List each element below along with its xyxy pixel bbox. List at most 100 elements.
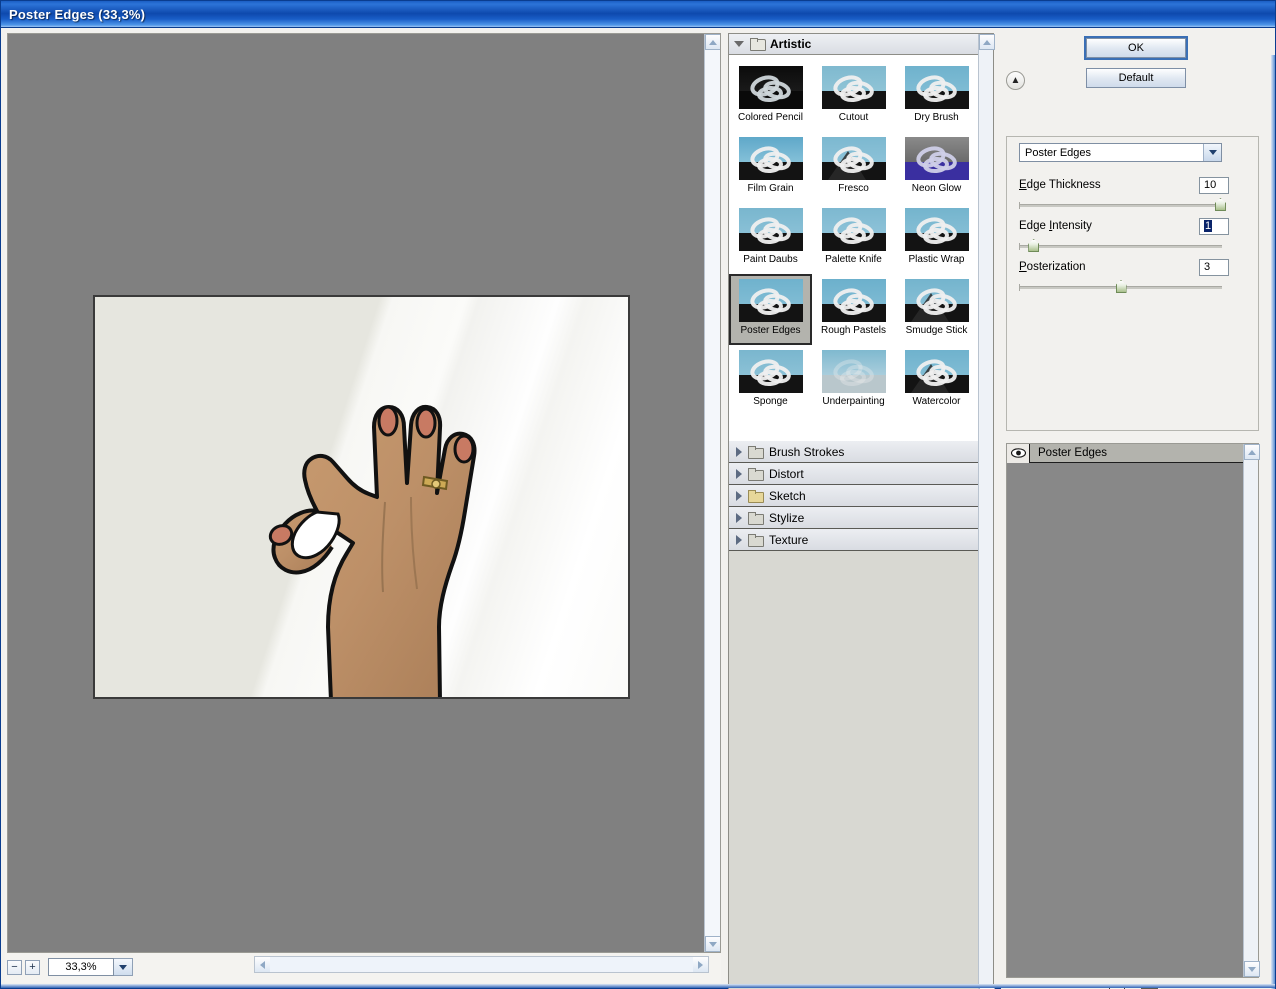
parameter-label-suffix: osterization xyxy=(1026,261,1086,273)
filter-thumb-underpainting[interactable]: Underpainting xyxy=(812,345,895,416)
zoom-in-button[interactable]: + xyxy=(25,959,40,975)
layer-scroll-down-button[interactable] xyxy=(1244,961,1260,977)
parameter-label-accesskey: P xyxy=(1019,261,1027,273)
filter-category-brush-strokes[interactable]: Brush Strokes xyxy=(729,441,978,463)
layer-scroll-up-button[interactable] xyxy=(1244,444,1260,460)
filter-category-texture[interactable]: Texture xyxy=(729,529,978,551)
zoom-toolbar: − + 33,3% xyxy=(7,955,721,979)
filter-thumb-image xyxy=(821,279,886,322)
filter-thumb-dry-brush[interactable]: Dry Brush xyxy=(895,61,978,132)
preview-scroll-left-button[interactable] xyxy=(255,957,270,972)
filter-thumb-label: Paint Daubs xyxy=(743,254,798,265)
parameter-slider-thumb[interactable] xyxy=(1028,239,1040,252)
filter-thumb-image xyxy=(821,350,886,393)
filter-scroll-up-button[interactable] xyxy=(979,34,995,50)
parameter-row: Posterization 3 xyxy=(1019,257,1229,277)
folder-closed-icon xyxy=(748,445,764,459)
filter-thumb-label: Fresco xyxy=(838,183,869,194)
filter-thumb-image xyxy=(904,208,969,251)
chevron-left-icon xyxy=(260,960,265,969)
parameter-label-accesskey: E xyxy=(1019,179,1027,191)
parameter-label-suffix: dge Thickness xyxy=(1026,179,1101,191)
effect-layer-row[interactable]: Poster Edges xyxy=(1007,443,1244,463)
filter-thumb-image xyxy=(738,279,803,322)
preview-scroll-right-button[interactable] xyxy=(693,957,708,972)
filter-thumb-plastic-wrap[interactable]: Plastic Wrap xyxy=(895,203,978,274)
category-header-artistic[interactable]: Artistic xyxy=(729,34,978,55)
filter-category-label: Texture xyxy=(769,532,809,547)
filter-thumb-fresco[interactable]: Fresco xyxy=(812,132,895,203)
parameter-label-prefix: Edge xyxy=(1019,220,1050,232)
zoom-out-button[interactable]: − xyxy=(7,959,22,975)
filter-thumb-smudge-stick[interactable]: Smudge Stick xyxy=(895,274,978,345)
layer-visibility-toggle[interactable] xyxy=(1007,443,1030,463)
filter-thumb-image xyxy=(738,137,803,180)
filter-thumb-poster-edges[interactable]: Poster Edges xyxy=(729,274,812,345)
parameter-value-field[interactable]: 3 xyxy=(1199,258,1229,276)
zoom-dropdown-button[interactable] xyxy=(114,958,133,976)
filter-settings-box: Poster Edges Edge Thickness 10 Edge Intens… xyxy=(1006,136,1259,431)
zoom-level-field[interactable]: 33,3% xyxy=(48,958,114,976)
ok-button[interactable]: OK xyxy=(1084,36,1188,60)
preview-scroll-down-button[interactable] xyxy=(705,936,720,952)
filter-thumb-label: Watercolor xyxy=(912,396,961,407)
filter-thumb-label: Underpainting xyxy=(822,396,885,407)
filter-thumb-paint-daubs[interactable]: Paint Daubs xyxy=(729,203,812,274)
preview-canvas[interactable] xyxy=(8,34,706,952)
filter-thumb-cutout[interactable]: Cutout xyxy=(812,61,895,132)
triangle-right-icon xyxy=(736,534,742,545)
filter-category-stylize[interactable]: Stylize xyxy=(729,507,978,529)
effect-layer-name: Poster Edges xyxy=(1038,447,1108,459)
filter-thumb-image xyxy=(821,208,886,251)
filter-thumb-label: Colored Pencil xyxy=(737,112,804,123)
eye-icon xyxy=(1010,448,1026,458)
double-chevron-up-icon: ▲ xyxy=(1010,74,1021,86)
filter-thumb-image xyxy=(738,208,803,251)
chevron-down-icon xyxy=(1208,150,1217,155)
preview-scroll-track[interactable] xyxy=(705,50,720,936)
triangle-down-icon xyxy=(734,41,744,47)
folder-open-icon xyxy=(750,38,766,51)
effect-layer-scrollbar[interactable] xyxy=(1243,444,1260,977)
filter-thumb-colored-pencil[interactable]: Colored Pencil xyxy=(729,61,812,132)
filter-select-arrow-button[interactable] xyxy=(1203,144,1221,161)
parameter-row: Edge Intensity 1 xyxy=(1019,216,1229,236)
filter-category-label: Brush Strokes xyxy=(769,444,845,459)
preview-vertical-scrollbar[interactable] xyxy=(704,34,720,952)
parameter-value-field[interactable]: 10 xyxy=(1199,176,1229,194)
filter-thumb-palette-knife[interactable]: Palette Knife xyxy=(812,203,895,274)
preview-scroll-up-button[interactable] xyxy=(705,34,720,50)
category-header-label: Artistic xyxy=(770,37,812,51)
filter-gallery-window: Poster Edges (33,3%) − + 33,3% Artistic … xyxy=(0,0,1276,989)
collapse-panel-button[interactable]: ▲ xyxy=(1006,71,1025,90)
filter-browser-scrollbar[interactable] xyxy=(978,34,995,989)
folder-closed-icon xyxy=(748,533,764,547)
parameter-slider-thumb[interactable] xyxy=(1214,198,1226,211)
filter-category-sketch[interactable]: Sketch xyxy=(729,485,978,507)
filter-thumb-rough-pastels[interactable]: Rough Pastels xyxy=(812,274,895,345)
triangle-right-icon xyxy=(736,490,742,501)
parameter-slider-track[interactable] xyxy=(1019,198,1226,211)
preview-pane: − + 33,3% xyxy=(5,33,721,983)
filter-category-label: Sketch xyxy=(769,488,806,503)
filter-category-distort[interactable]: Distort xyxy=(729,463,978,485)
preview-frame xyxy=(7,33,721,953)
preview-image xyxy=(93,295,630,699)
window-bottom-border xyxy=(1,984,1275,988)
default-button[interactable]: Default xyxy=(1086,68,1186,88)
parameter-label: Edge Thickness xyxy=(1019,179,1101,191)
parameter-slider-thumb[interactable] xyxy=(1115,280,1127,293)
filter-thumb-film-grain[interactable]: Film Grain xyxy=(729,132,812,203)
filter-thumb-sponge[interactable]: Sponge xyxy=(729,345,812,416)
filter-thumb-label: Poster Edges xyxy=(740,325,801,336)
parameter-slider-track[interactable] xyxy=(1019,239,1222,252)
filter-select-dropdown[interactable]: Poster Edges xyxy=(1019,143,1222,162)
filter-thumb-neon-glow[interactable]: Neon Glow xyxy=(895,132,978,203)
chevron-up-icon xyxy=(983,39,991,45)
chevron-up-icon xyxy=(1248,449,1256,455)
parameter-slider-track[interactable] xyxy=(1019,280,1222,293)
filter-thumb-watercolor[interactable]: Watercolor xyxy=(895,345,978,416)
parameter-group-2: Posterization 3 xyxy=(1019,257,1229,293)
parameter-value-field[interactable]: 1 xyxy=(1199,217,1229,235)
preview-horizontal-scrollbar[interactable] xyxy=(254,956,709,973)
